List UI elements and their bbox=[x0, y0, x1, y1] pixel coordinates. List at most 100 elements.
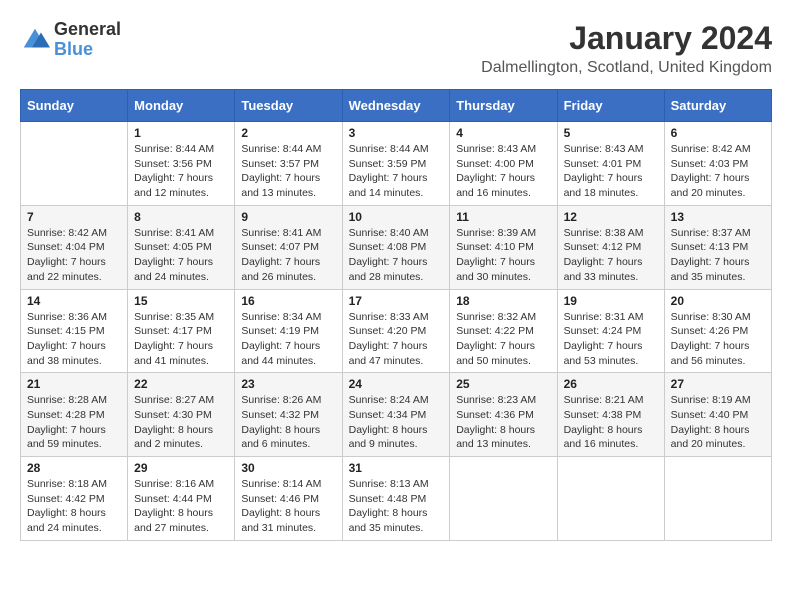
day-info: Sunrise: 8:35 AM Sunset: 4:17 PM Dayligh… bbox=[134, 310, 228, 369]
calendar-header-tuesday: Tuesday bbox=[235, 90, 342, 122]
calendar-cell: 4 Sunrise: 8:43 AM Sunset: 4:00 PM Daylig… bbox=[450, 122, 557, 206]
day-number: 17 bbox=[349, 294, 444, 308]
day-info: Sunrise: 8:42 AM Sunset: 4:03 PM Dayligh… bbox=[671, 142, 765, 201]
day-info: Sunrise: 8:36 AM Sunset: 4:15 PM Dayligh… bbox=[27, 310, 121, 369]
day-number: 21 bbox=[27, 377, 121, 391]
calendar-header-thursday: Thursday bbox=[450, 90, 557, 122]
calendar-cell bbox=[21, 122, 128, 206]
day-info: Sunrise: 8:41 AM Sunset: 4:05 PM Dayligh… bbox=[134, 226, 228, 285]
day-info: Sunrise: 8:32 AM Sunset: 4:22 PM Dayligh… bbox=[456, 310, 550, 369]
day-info: Sunrise: 8:37 AM Sunset: 4:13 PM Dayligh… bbox=[671, 226, 765, 285]
logo: General Blue bbox=[20, 20, 121, 60]
day-info: Sunrise: 8:33 AM Sunset: 4:20 PM Dayligh… bbox=[349, 310, 444, 369]
day-info: Sunrise: 8:24 AM Sunset: 4:34 PM Dayligh… bbox=[349, 393, 444, 452]
day-info: Sunrise: 8:27 AM Sunset: 4:30 PM Dayligh… bbox=[134, 393, 228, 452]
calendar-cell: 26 Sunrise: 8:21 AM Sunset: 4:38 PM Dayli… bbox=[557, 373, 664, 457]
calendar-week-row: 1Sunrise: 8:44 AM Sunset: 3:56 PM Daylig… bbox=[21, 122, 772, 206]
day-number: 22 bbox=[134, 377, 228, 391]
calendar-cell: 28Sunrise: 8:18 AM Sunset: 4:42 PM Dayli… bbox=[21, 457, 128, 541]
day-number: 15 bbox=[134, 294, 228, 308]
day-number: 8 bbox=[134, 210, 228, 224]
calendar-cell: 23Sunrise: 8:26 AM Sunset: 4:32 PM Dayli… bbox=[235, 373, 342, 457]
day-info: Sunrise: 8:23 AM Sunset: 4:36 PM Dayligh… bbox=[456, 393, 550, 452]
day-info: Sunrise: 8:38 AM Sunset: 4:12 PM Dayligh… bbox=[564, 226, 658, 285]
calendar-cell: 17 Sunrise: 8:33 AM Sunset: 4:20 PM Dayli… bbox=[342, 289, 450, 373]
day-number: 29 bbox=[134, 461, 228, 475]
day-number: 12 bbox=[564, 210, 658, 224]
day-info: Sunrise: 8:28 AM Sunset: 4:28 PM Dayligh… bbox=[27, 393, 121, 452]
calendar-cell: 14Sunrise: 8:36 AM Sunset: 4:15 PM Dayli… bbox=[21, 289, 128, 373]
calendar-cell bbox=[450, 457, 557, 541]
logo-text: General Blue bbox=[54, 20, 121, 60]
calendar-table: SundayMondayTuesdayWednesdayThursdayFrid… bbox=[20, 89, 772, 541]
day-info: Sunrise: 8:43 AM Sunset: 4:00 PM Dayligh… bbox=[456, 142, 550, 201]
day-info: Sunrise: 8:34 AM Sunset: 4:19 PM Dayligh… bbox=[241, 310, 335, 369]
day-info: Sunrise: 8:41 AM Sunset: 4:07 PM Dayligh… bbox=[241, 226, 335, 285]
calendar-header-wednesday: Wednesday bbox=[342, 90, 450, 122]
logo-blue: Blue bbox=[54, 39, 93, 59]
day-number: 30 bbox=[241, 461, 335, 475]
day-number: 9 bbox=[241, 210, 335, 224]
calendar-cell: 9 Sunrise: 8:41 AM Sunset: 4:07 PM Daylig… bbox=[235, 205, 342, 289]
calendar-cell: 27 Sunrise: 8:19 AM Sunset: 4:40 PM Dayli… bbox=[664, 373, 771, 457]
day-number: 2 bbox=[241, 126, 335, 140]
day-number: 20 bbox=[671, 294, 765, 308]
calendar-cell: 25 Sunrise: 8:23 AM Sunset: 4:36 PM Dayli… bbox=[450, 373, 557, 457]
calendar-cell bbox=[557, 457, 664, 541]
day-number: 31 bbox=[349, 461, 444, 475]
calendar-week-row: 14Sunrise: 8:36 AM Sunset: 4:15 PM Dayli… bbox=[21, 289, 772, 373]
title-area: January 2024 Dalmellington, Scotland, Un… bbox=[481, 20, 772, 77]
calendar-header-saturday: Saturday bbox=[664, 90, 771, 122]
calendar-cell: 11Sunrise: 8:39 AM Sunset: 4:10 PM Dayli… bbox=[450, 205, 557, 289]
logo-icon bbox=[20, 25, 50, 55]
day-number: 19 bbox=[564, 294, 658, 308]
day-info: Sunrise: 8:13 AM Sunset: 4:48 PM Dayligh… bbox=[349, 477, 444, 536]
day-info: Sunrise: 8:14 AM Sunset: 4:46 PM Dayligh… bbox=[241, 477, 335, 536]
calendar-week-row: 7 Sunrise: 8:42 AM Sunset: 4:04 PM Daylig… bbox=[21, 205, 772, 289]
page-subtitle: Dalmellington, Scotland, United Kingdom bbox=[481, 59, 772, 77]
day-number: 3 bbox=[349, 126, 444, 140]
day-info: Sunrise: 8:42 AM Sunset: 4:04 PM Dayligh… bbox=[27, 226, 121, 285]
day-number: 23 bbox=[241, 377, 335, 391]
calendar-cell: 2Sunrise: 8:44 AM Sunset: 3:57 PM Daylig… bbox=[235, 122, 342, 206]
calendar-cell bbox=[664, 457, 771, 541]
day-info: Sunrise: 8:19 AM Sunset: 4:40 PM Dayligh… bbox=[671, 393, 765, 452]
calendar-cell: 13 Sunrise: 8:37 AM Sunset: 4:13 PM Dayli… bbox=[664, 205, 771, 289]
day-number: 4 bbox=[456, 126, 550, 140]
calendar-header-row: SundayMondayTuesdayWednesdayThursdayFrid… bbox=[21, 90, 772, 122]
day-info: Sunrise: 8:21 AM Sunset: 4:38 PM Dayligh… bbox=[564, 393, 658, 452]
day-number: 26 bbox=[564, 377, 658, 391]
calendar-cell: 24Sunrise: 8:24 AM Sunset: 4:34 PM Dayli… bbox=[342, 373, 450, 457]
calendar-cell: 22 Sunrise: 8:27 AM Sunset: 4:30 PM Dayli… bbox=[128, 373, 235, 457]
day-info: Sunrise: 8:44 AM Sunset: 3:59 PM Dayligh… bbox=[349, 142, 444, 201]
day-number: 27 bbox=[671, 377, 765, 391]
day-info: Sunrise: 8:39 AM Sunset: 4:10 PM Dayligh… bbox=[456, 226, 550, 285]
calendar-week-row: 28Sunrise: 8:18 AM Sunset: 4:42 PM Dayli… bbox=[21, 457, 772, 541]
calendar-cell: 12 Sunrise: 8:38 AM Sunset: 4:12 PM Dayli… bbox=[557, 205, 664, 289]
day-number: 7 bbox=[27, 210, 121, 224]
calendar-cell: 6 Sunrise: 8:42 AM Sunset: 4:03 PM Daylig… bbox=[664, 122, 771, 206]
calendar-cell: 10 Sunrise: 8:40 AM Sunset: 4:08 PM Dayli… bbox=[342, 205, 450, 289]
day-number: 25 bbox=[456, 377, 550, 391]
calendar-cell: 16Sunrise: 8:34 AM Sunset: 4:19 PM Dayli… bbox=[235, 289, 342, 373]
calendar-header-sunday: Sunday bbox=[21, 90, 128, 122]
calendar-cell: 31 Sunrise: 8:13 AM Sunset: 4:48 PM Dayli… bbox=[342, 457, 450, 541]
calendar-cell: 29Sunrise: 8:16 AM Sunset: 4:44 PM Dayli… bbox=[128, 457, 235, 541]
calendar-cell: 8 Sunrise: 8:41 AM Sunset: 4:05 PM Daylig… bbox=[128, 205, 235, 289]
calendar-cell: 7 Sunrise: 8:42 AM Sunset: 4:04 PM Daylig… bbox=[21, 205, 128, 289]
logo-general: General bbox=[54, 19, 121, 39]
day-number: 10 bbox=[349, 210, 444, 224]
day-info: Sunrise: 8:31 AM Sunset: 4:24 PM Dayligh… bbox=[564, 310, 658, 369]
calendar-cell: 30 Sunrise: 8:14 AM Sunset: 4:46 PM Dayli… bbox=[235, 457, 342, 541]
day-number: 28 bbox=[27, 461, 121, 475]
day-number: 13 bbox=[671, 210, 765, 224]
day-number: 6 bbox=[671, 126, 765, 140]
page-header: General Blue January 2024 Dalmellington,… bbox=[20, 20, 772, 77]
calendar-cell: 18Sunrise: 8:32 AM Sunset: 4:22 PM Dayli… bbox=[450, 289, 557, 373]
day-info: Sunrise: 8:44 AM Sunset: 3:56 PM Dayligh… bbox=[134, 142, 228, 201]
calendar-cell: 3 Sunrise: 8:44 AM Sunset: 3:59 PM Daylig… bbox=[342, 122, 450, 206]
calendar-cell: 5Sunrise: 8:43 AM Sunset: 4:01 PM Daylig… bbox=[557, 122, 664, 206]
calendar-cell: 1Sunrise: 8:44 AM Sunset: 3:56 PM Daylig… bbox=[128, 122, 235, 206]
calendar-cell: 15 Sunrise: 8:35 AM Sunset: 4:17 PM Dayli… bbox=[128, 289, 235, 373]
day-info: Sunrise: 8:40 AM Sunset: 4:08 PM Dayligh… bbox=[349, 226, 444, 285]
